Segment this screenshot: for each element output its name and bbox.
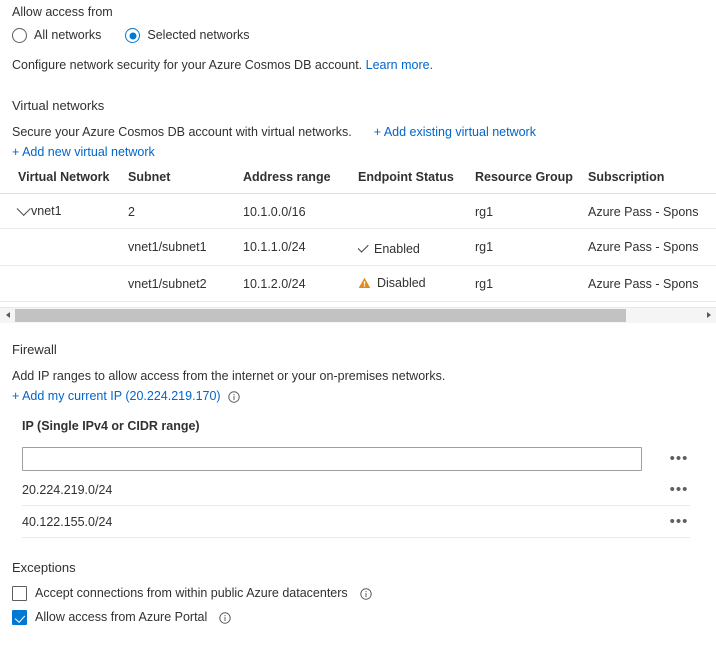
cell-resource-group: rg1 <box>475 193 588 229</box>
learn-more-link[interactable]: Learn more. <box>366 58 433 72</box>
virtual-networks-title: Virtual networks <box>12 98 105 113</box>
cell-address-range: 10.1.0.0/16 <box>243 193 358 229</box>
exception-label: Accept connections from within public Az… <box>35 586 348 600</box>
virtual-networks-section: Virtual networks Secure your Azure Cosmo… <box>12 97 716 161</box>
column-header-subscription[interactable]: Subscription <box>588 170 716 194</box>
cell-subnet: vnet1/subnet2 <box>128 265 243 302</box>
cell-virtual-network <box>0 228 128 266</box>
table-row[interactable]: vnet1 2 10.1.0.0/16 rg1 Azure Pass - Spo… <box>0 193 716 229</box>
ip-input[interactable] <box>22 446 642 471</box>
add-my-current-ip-link[interactable]: + Add my current IP (20.224.219.170) <box>12 388 221 405</box>
networking-settings-panel: Allow access from All networks Selected … <box>0 0 716 645</box>
table-body: vnet1 2 10.1.0.0/16 rg1 Azure Pass - Spo… <box>0 193 716 302</box>
add-new-virtual-network-link[interactable]: + Add new virtual network <box>12 145 155 159</box>
check-icon <box>358 241 369 253</box>
add-new-virtual-network-row: + Add new virtual network <box>12 144 716 161</box>
status-disabled: Disabled <box>358 276 426 290</box>
vnet-name-label: vnet1 <box>31 204 62 218</box>
radio-selected-networks-icon[interactable] <box>125 28 141 43</box>
ip-input-row-menu-icon[interactable]: ••• <box>668 451 690 466</box>
warning-icon <box>358 277 371 288</box>
cell-endpoint-status <box>358 193 475 229</box>
firewall-title: Firewall <box>12 342 57 357</box>
cell-subnet: 2 <box>128 193 243 229</box>
cell-subscription: Azure Pass - Spons <box>588 228 716 266</box>
exceptions-title: Exceptions <box>12 560 76 575</box>
cell-endpoint-status: Disabled <box>358 265 475 302</box>
cell-resource-group: rg1 <box>475 228 588 266</box>
radio-selected-networks-label: Selected networks <box>147 28 250 42</box>
status-label: Enabled <box>374 241 420 256</box>
cell-virtual-network <box>0 265 128 302</box>
scrollbar-thumb[interactable] <box>15 308 626 322</box>
firewall-description: Add IP ranges to allow access from the i… <box>12 369 446 383</box>
radio-all-networks-icon[interactable] <box>12 28 27 43</box>
scroll-left-arrow-icon[interactable] <box>0 308 15 323</box>
column-header-address-range[interactable]: Address range <box>243 170 358 194</box>
exceptions-section: Exceptions Accept connections from withi… <box>12 559 702 626</box>
checkbox-public-azure-datacenters-icon[interactable] <box>12 586 27 601</box>
ip-entry-row[interactable]: 20.224.219.0/24 ••• <box>22 474 690 506</box>
scrollbar-track[interactable] <box>15 308 701 322</box>
access-radio-group: All networks Selected networks <box>12 27 433 44</box>
cell-address-range: 10.1.1.0/24 <box>243 228 358 266</box>
access-description: Configure network security for your Azur… <box>12 57 433 74</box>
add-existing-virtual-network-link[interactable]: + Add existing virtual network <box>374 124 536 141</box>
table-horizontal-scrollbar[interactable] <box>0 306 716 323</box>
ip-ranges-list: IP (Single IPv4 or CIDR range) ••• 20.22… <box>22 418 712 538</box>
virtual-networks-description-row: Secure your Azure Cosmos DB account with… <box>12 124 716 141</box>
cell-subscription: Azure Pass - Spons <box>588 265 716 302</box>
cell-subscription: Azure Pass - Spons <box>588 193 716 229</box>
status-label: Disabled <box>377 275 426 290</box>
column-header-endpoint-status[interactable]: Endpoint Status <box>358 170 475 194</box>
radio-option-selected-networks[interactable]: Selected networks <box>125 27 250 44</box>
table-row[interactable]: vnet1/subnet2 10.1.2.0/24 Disabled rg1 A… <box>0 265 716 302</box>
virtual-networks-description: Secure your Azure Cosmos DB account with… <box>12 125 352 139</box>
info-icon[interactable] <box>359 587 372 600</box>
exception-label: Allow access from Azure Portal <box>35 610 208 624</box>
exception-item-azure-portal[interactable]: Allow access from Azure Portal <box>12 609 702 626</box>
chevron-down-icon[interactable] <box>16 201 31 216</box>
info-icon[interactable] <box>219 611 231 624</box>
cell-subnet: vnet1/subnet1 <box>128 228 243 266</box>
ip-entry-row-menu-icon[interactable]: ••• <box>668 514 690 529</box>
ip-input-row: ••• <box>22 443 690 474</box>
radio-all-networks-label: All networks <box>34 28 102 42</box>
column-header-virtual-network[interactable]: Virtual Network <box>0 170 128 194</box>
vnet-expander-toggle[interactable]: vnet1 <box>16 201 62 218</box>
cell-address-range: 10.1.2.0/24 <box>243 265 358 302</box>
table-header-row: Virtual Network Subnet Address range End… <box>0 170 716 194</box>
ip-entry-value: 20.224.219.0/24 <box>22 482 113 497</box>
status-enabled: Enabled <box>358 241 420 256</box>
add-current-ip-row: + Add my current IP (20.224.219.170) <box>12 388 712 405</box>
info-icon[interactable] <box>227 390 240 403</box>
cell-virtual-network: vnet1 <box>0 193 128 229</box>
allow-access-section: Allow access from All networks Selected … <box>12 4 433 74</box>
firewall-section: Firewall Add IP ranges to allow access f… <box>12 341 712 405</box>
exception-item-public-azure-datacenters[interactable]: Accept connections from within public Az… <box>12 585 702 602</box>
virtual-networks-table: Virtual Network Subnet Address range End… <box>0 170 716 302</box>
column-header-resource-group[interactable]: Resource Group <box>475 170 588 194</box>
scroll-right-arrow-icon[interactable] <box>701 308 716 323</box>
radio-option-all-networks[interactable]: All networks <box>12 27 101 44</box>
allow-access-heading: Allow access from <box>12 5 113 19</box>
ip-entry-row-menu-icon[interactable]: ••• <box>668 482 690 497</box>
table-row[interactable]: vnet1/subnet1 10.1.1.0/24 Enabled rg1 Az… <box>0 228 716 266</box>
cell-resource-group: rg1 <box>475 265 588 302</box>
access-description-text: Configure network security for your Azur… <box>12 58 363 72</box>
virtual-networks-table-wrapper: Virtual Network Subnet Address range End… <box>0 170 716 323</box>
column-header-subnet[interactable]: Subnet <box>128 170 243 194</box>
ip-entry-row[interactable]: 40.122.155.0/24 ••• <box>22 506 690 538</box>
ip-entry-value: 40.122.155.0/24 <box>22 514 113 529</box>
cell-endpoint-status: Enabled <box>358 228 475 266</box>
ip-field-label: IP (Single IPv4 or CIDR range) <box>22 419 200 433</box>
checkbox-azure-portal-icon[interactable] <box>12 610 27 625</box>
